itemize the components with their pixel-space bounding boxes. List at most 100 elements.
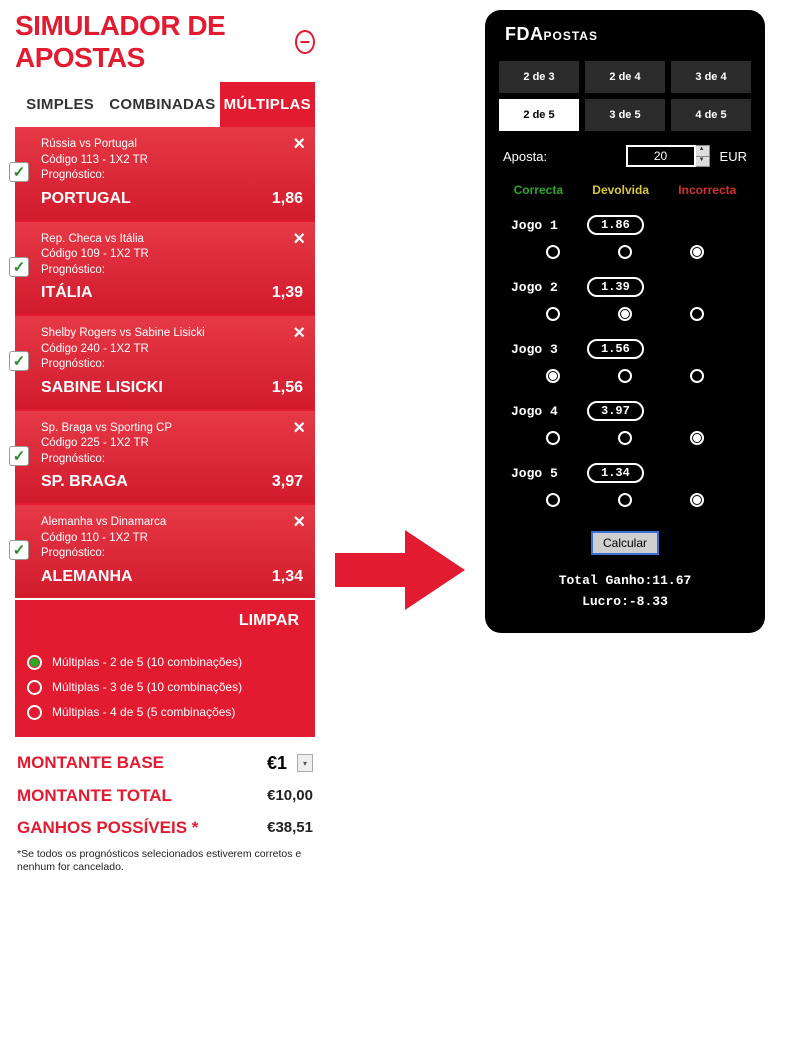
currency-label: EUR [720, 149, 747, 164]
bet-odds: 1,39 [272, 284, 303, 302]
brand-logo: FDAPOSTAS [505, 24, 751, 45]
calculator-panel: FDAPOSTAS 2 de 32 de 43 de 4 2 de 53 de 5… [485, 10, 765, 633]
calculate-button[interactable]: Calcular [591, 531, 659, 555]
game-name: Jogo 1 [511, 218, 569, 233]
bet-card: ×Rússia vs PortugalCódigo 113 - 1X2 TRPr… [15, 127, 315, 220]
stake-spinner-icon[interactable]: ▲▼ [694, 145, 710, 167]
bet-checkbox[interactable] [9, 257, 29, 277]
collapse-icon[interactable]: − [295, 30, 315, 54]
game-radio[interactable] [546, 245, 560, 259]
combination-option[interactable]: Múltiplas - 2 de 5 (10 combinações) [27, 650, 303, 675]
bet-meta: Alemanha vs DinamarcaCódigo 110 - 1X2 TR… [41, 515, 303, 562]
bet-pick: PORTUGAL [41, 190, 131, 208]
game-radio[interactable] [546, 493, 560, 507]
bet-simulator-panel: SIMULADOR DE APOSTAS − SIMPLES COMBINADA… [15, 5, 315, 875]
base-amount-value: €1 [267, 753, 287, 774]
combination-label: Múltiplas - 3 de 5 (10 combinações) [52, 680, 242, 694]
bet-checkbox[interactable] [9, 446, 29, 466]
game-radio[interactable] [618, 493, 632, 507]
bet-checkbox[interactable] [9, 351, 29, 371]
bet-odds: 1,86 [272, 190, 303, 208]
combination-option[interactable]: Múltiplas - 3 de 5 (10 combinações) [27, 675, 303, 700]
page-title: SIMULADOR DE APOSTAS [15, 10, 295, 74]
bet-checkbox[interactable] [9, 540, 29, 560]
radio-icon[interactable] [27, 680, 42, 695]
game-radio[interactable] [618, 245, 632, 259]
stake-input[interactable]: 20 [626, 145, 696, 167]
bet-meta: Shelby Rogers vs Sabine LisickiCódigo 24… [41, 326, 303, 373]
total-amount-label: MONTANTE TOTAL [17, 786, 172, 806]
total-gain-text: Total Ganho:11.67 [499, 573, 751, 588]
base-amount-label: MONTANTE BASE [17, 753, 164, 773]
game-name: Jogo 4 [511, 404, 569, 419]
bet-card: ×Sp. Braga vs Sporting CPCódigo 225 - 1X… [15, 411, 315, 504]
game-block: Jogo 1 1.86 [499, 211, 751, 263]
bet-card: ×Rep. Checa vs ItáliaCódigo 109 - 1X2 TR… [15, 222, 315, 315]
tab-simples[interactable]: SIMPLES [15, 82, 105, 127]
bet-odds: 1,34 [272, 568, 303, 586]
combination-label: Múltiplas - 2 de 5 (10 combinações) [52, 655, 242, 669]
arrow-icon [335, 525, 465, 615]
bet-pick: ALEMANHA [41, 568, 133, 586]
close-icon[interactable]: × [293, 228, 305, 251]
close-icon[interactable]: × [293, 133, 305, 156]
game-name: Jogo 3 [511, 342, 569, 357]
bet-card: ×Shelby Rogers vs Sabine LisickiCódigo 2… [15, 316, 315, 409]
game-radio[interactable] [690, 431, 704, 445]
legend-incorrect: Incorrecta [678, 183, 736, 197]
game-radio[interactable] [690, 245, 704, 259]
bet-checkbox[interactable] [9, 162, 29, 182]
bet-meta: Sp. Braga vs Sporting CPCódigo 225 - 1X2… [41, 421, 303, 468]
radio-icon[interactable] [27, 655, 42, 670]
game-block: Jogo 31.56 [499, 335, 751, 387]
tab-multiplas[interactable]: MÚLTIPLAS [220, 82, 315, 127]
game-radio[interactable] [618, 369, 632, 383]
total-amount-value: €10,00 [267, 787, 313, 804]
mode-button[interactable]: 3 de 5 [585, 99, 665, 131]
footnote-text: *Se todos os prognósticos selecionados e… [17, 848, 313, 875]
game-radio[interactable] [690, 493, 704, 507]
game-odd: 3.97 [587, 401, 644, 421]
legend-correct: Correcta [514, 183, 563, 197]
mode-button[interactable]: 2 de 3 [499, 61, 579, 93]
tab-combinadas[interactable]: COMBINADAS [105, 82, 219, 127]
game-odd: 1.86 [587, 215, 644, 235]
combination-option[interactable]: Múltiplas - 4 de 5 (5 combinações) [27, 700, 303, 725]
legend-returned: Devolvida [592, 183, 649, 197]
game-radio[interactable] [546, 307, 560, 321]
game-radio[interactable] [690, 369, 704, 383]
stake-label: Aposta: [503, 149, 547, 164]
combination-label: Múltiplas - 4 de 5 (5 combinações) [52, 705, 235, 719]
bet-odds: 3,97 [272, 473, 303, 491]
game-name: Jogo 2 [511, 280, 569, 295]
profit-text: Lucro:-8.33 [499, 594, 751, 609]
game-radio[interactable] [546, 431, 560, 445]
mode-buttons: 2 de 32 de 43 de 4 2 de 53 de 54 de 5 [499, 61, 751, 131]
close-icon[interactable]: × [293, 417, 305, 440]
possible-gains-value: €38,51 [267, 819, 313, 836]
game-radio[interactable] [546, 369, 560, 383]
game-odd: 1.39 [587, 277, 644, 297]
bet-pick: SP. BRAGA [41, 473, 128, 491]
game-name: Jogo 5 [511, 466, 569, 481]
mode-button[interactable]: 4 de 5 [671, 99, 751, 131]
spinner-icon[interactable]: ▾ [297, 754, 313, 772]
game-block: Jogo 2 1.39 [499, 273, 751, 325]
possible-gains-label: GANHOS POSSÍVEIS * [17, 818, 198, 838]
game-radio[interactable] [618, 307, 632, 321]
bet-card: ×Alemanha vs DinamarcaCódigo 110 - 1X2 T… [15, 505, 315, 598]
tab-bar: SIMPLES COMBINADAS MÚLTIPLAS [15, 82, 315, 127]
close-icon[interactable]: × [293, 511, 305, 534]
game-radio[interactable] [690, 307, 704, 321]
game-radio[interactable] [618, 431, 632, 445]
radio-icon[interactable] [27, 705, 42, 720]
close-icon[interactable]: × [293, 322, 305, 345]
bet-pick: ITÁLIA [41, 284, 93, 302]
mode-button[interactable]: 2 de 4 [585, 61, 665, 93]
mode-button[interactable]: 2 de 5 [499, 99, 579, 131]
combinations-list: Múltiplas - 2 de 5 (10 combinações) Múlti… [15, 642, 315, 737]
mode-button[interactable]: 3 de 4 [671, 61, 751, 93]
clear-button[interactable]: LIMPAR [239, 612, 299, 629]
games-list: Jogo 1 1.86 Jogo 2 1.39 Jogo 31.56 Jogo 4 3.97… [499, 211, 751, 511]
bet-pick: SABINE LISICKI [41, 379, 163, 397]
